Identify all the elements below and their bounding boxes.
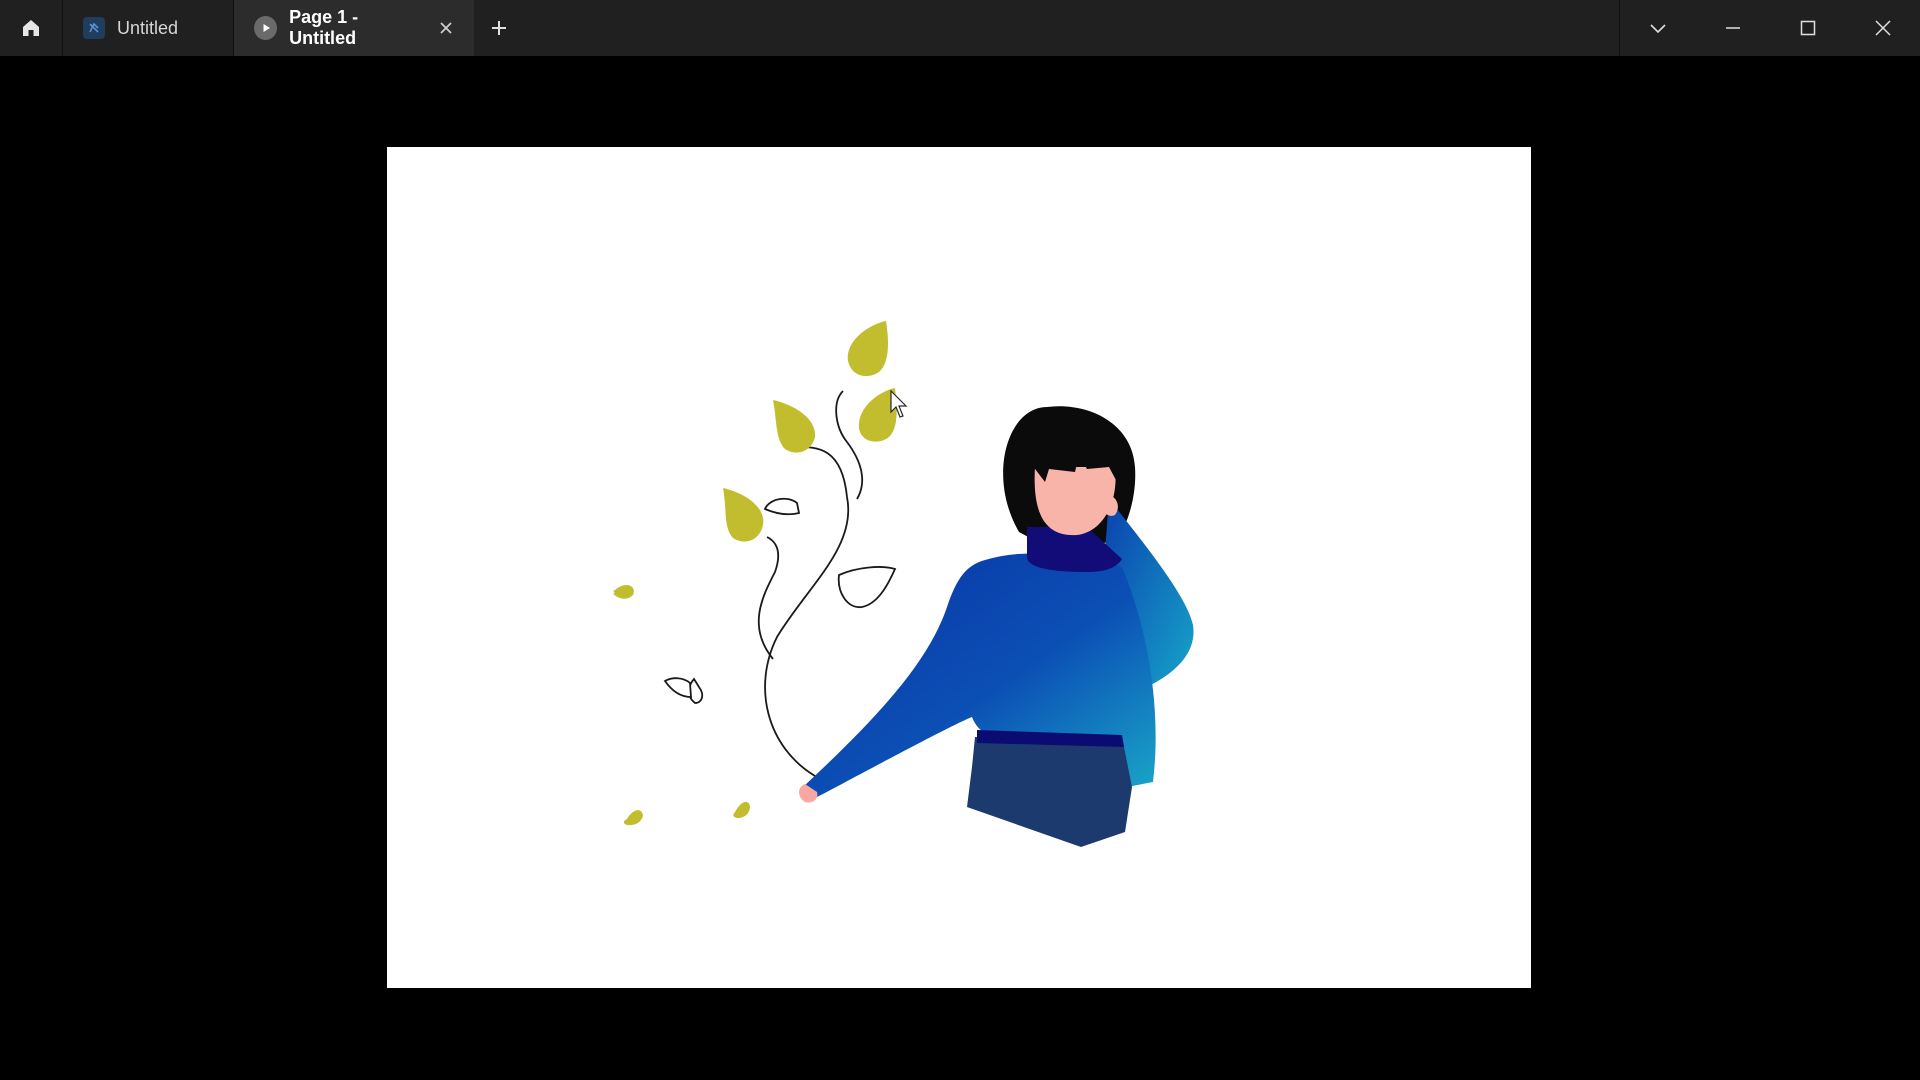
outline-leaves	[663, 497, 897, 704]
home-icon	[23, 20, 39, 36]
close-icon	[440, 22, 452, 34]
mouse-cursor-icon	[890, 390, 908, 418]
chevron-down-icon	[1649, 24, 1666, 34]
new-tab-button[interactable]	[474, 0, 524, 56]
tab-label: Untitled	[117, 17, 179, 38]
close-icon	[1874, 20, 1891, 36]
home-button[interactable]	[0, 0, 63, 56]
pants	[967, 737, 1132, 847]
prototype-frame[interactable]	[387, 147, 1531, 988]
tab-page-1-untitled[interactable]: Page 1 - Untitled	[234, 0, 474, 56]
maximize-icon	[1800, 20, 1815, 36]
close-window-button[interactable]	[1845, 0, 1920, 56]
titlebar-drag-area	[524, 0, 1619, 56]
title-bar: Untitled Page 1 - Untitled	[0, 0, 1920, 56]
woman-with-vine-illustration	[613, 321, 1194, 847]
plus-icon	[492, 21, 506, 35]
play-icon	[254, 16, 278, 40]
close-tab-button[interactable]	[437, 18, 456, 38]
maximize-button[interactable]	[1770, 0, 1845, 56]
tabs-dropdown-button[interactable]	[1620, 0, 1695, 56]
prototype-canvas[interactable]	[0, 56, 1920, 1080]
minimize-icon	[1725, 27, 1740, 29]
tab-label: Page 1 - Untitled	[289, 7, 359, 48]
tab-untitled-file[interactable]: Untitled	[63, 0, 234, 56]
window-controls	[1619, 0, 1920, 56]
figma-file-icon	[83, 17, 105, 39]
minimize-button[interactable]	[1695, 0, 1770, 56]
